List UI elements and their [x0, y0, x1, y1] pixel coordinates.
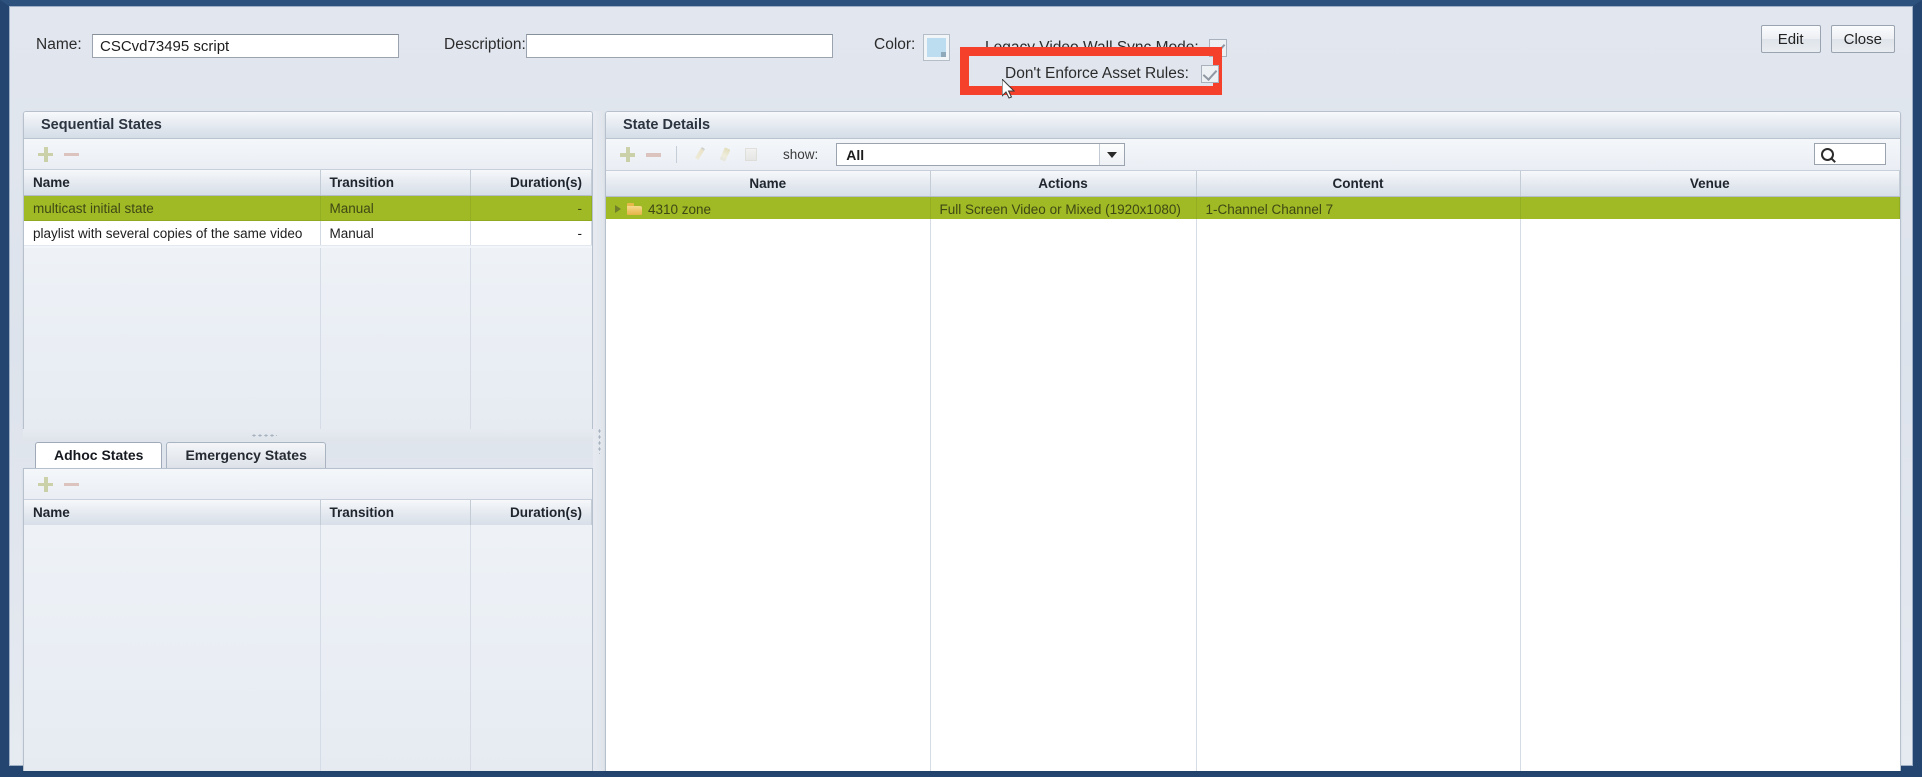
tab-strip: Adhoc States Emergency States [23, 441, 593, 468]
grid-divider [1196, 219, 1197, 771]
page-icon[interactable] [743, 146, 760, 163]
splitter-grip [597, 428, 601, 454]
show-filter-value: All [846, 146, 865, 163]
column-header-duration[interactable]: Duration(s) [470, 170, 592, 196]
window-content: Name: Description: Color: Legacy Video W… [9, 6, 1913, 771]
table-row[interactable]: multicast initial state Manual - [24, 195, 592, 221]
sequential-states-empty-area [24, 248, 592, 429]
cell-name: playlist with several copies of the same… [24, 220, 321, 246]
cell-transition: Manual [320, 195, 471, 221]
grid-divider [320, 248, 321, 429]
adhoc-states-empty-area [24, 525, 592, 771]
vertical-splitter[interactable] [593, 111, 605, 771]
tab-emergency-states[interactable]: Emergency States [166, 442, 326, 468]
adhoc-states-toolbar [24, 469, 592, 500]
cell-venue [1520, 196, 1900, 222]
cell-name: multicast initial state [24, 195, 321, 221]
plus-icon[interactable] [37, 146, 54, 163]
folder-icon [627, 203, 642, 215]
column-header-content[interactable]: Content [1196, 171, 1521, 197]
pencil-icon[interactable] [691, 146, 708, 163]
close-button[interactable]: Close [1830, 25, 1895, 53]
color-swatch-button[interactable] [924, 35, 949, 60]
dont-enforce-asset-rules-checkbox[interactable] [1200, 65, 1219, 83]
column-header-transition[interactable]: Transition [320, 170, 471, 196]
description-label: Description: [444, 36, 526, 53]
table-header-row: Name Actions Content Venue [606, 171, 1900, 197]
column-header-venue[interactable]: Venue [1520, 171, 1900, 197]
pencil-alt-icon[interactable] [717, 146, 734, 163]
show-filter-label: show: [783, 147, 819, 162]
table-row[interactable]: playlist with several copies of the same… [24, 220, 592, 246]
state-details-toolbar: show: All [606, 139, 1900, 171]
table-header-row: Name Transition Duration(s) [24, 170, 592, 196]
plus-icon[interactable] [37, 476, 54, 493]
column-header-name[interactable]: Name [24, 170, 321, 196]
show-filter-select[interactable]: All [836, 143, 1126, 166]
splitter-grip [251, 433, 277, 437]
sequential-states-title: Sequential States [24, 112, 592, 139]
state-details-panel: State Details show: All Name Actions Con… [605, 111, 1901, 771]
grid-divider [320, 525, 321, 771]
grid-divider [930, 219, 931, 771]
grid-divider [470, 248, 471, 429]
column-header-name[interactable]: Name [606, 171, 931, 197]
column-header-actions[interactable]: Actions [930, 171, 1197, 197]
adhoc-states-panel: Name Transition Duration(s) [23, 468, 593, 771]
minus-icon[interactable] [63, 146, 80, 163]
toolbar-divider [676, 146, 677, 163]
state-details-title: State Details [606, 112, 1900, 139]
cell-name-text: 4310 zone [648, 201, 712, 217]
state-details-empty-area [606, 219, 1900, 771]
sequential-states-panel: Sequential States Name Transition Durati… [23, 111, 593, 429]
header-form-bar: Name: Description: Color: Legacy Video W… [10, 7, 1912, 103]
name-label: Name: [36, 36, 82, 53]
cell-content: 1-Channel Channel 7 [1196, 196, 1521, 222]
cell-duration: - [470, 220, 592, 246]
adhoc-states-table: Name Transition Duration(s) [24, 500, 592, 526]
cell-transition: Manual [320, 220, 471, 246]
edit-button[interactable]: Edit [1760, 25, 1821, 53]
description-input[interactable] [526, 34, 833, 58]
bottom-left-tab-area: Adhoc States Emergency States Name Trans… [23, 441, 593, 771]
plus-icon[interactable] [619, 146, 636, 163]
search-input[interactable] [1814, 143, 1886, 165]
grid-divider [470, 525, 471, 771]
minus-icon[interactable] [645, 146, 662, 163]
header-button-group: Edit Close [1760, 25, 1895, 53]
table-row[interactable]: 4310 zone Full Screen Video or Mixed (19… [606, 196, 1900, 222]
color-label: Color: [874, 36, 916, 53]
cell-duration: - [470, 195, 592, 221]
state-details-table: Name Actions Content Venue 4310 zone Ful… [606, 171, 1900, 222]
column-header-transition[interactable]: Transition [320, 500, 471, 526]
expand-arrow-icon[interactable] [615, 205, 621, 213]
minus-icon[interactable] [63, 476, 80, 493]
sequential-states-toolbar [24, 139, 592, 170]
dont-enforce-asset-rules-row: Don't Enforce Asset Rules: [1005, 65, 1219, 83]
color-swatch-corner [941, 52, 946, 57]
chevron-down-icon[interactable] [1099, 144, 1125, 165]
tab-adhoc-states[interactable]: Adhoc States [35, 442, 163, 468]
cell-actions: Full Screen Video or Mixed (1920x1080) [930, 196, 1197, 222]
column-header-duration[interactable]: Duration(s) [470, 500, 592, 526]
dont-enforce-asset-rules-label: Don't Enforce Asset Rules: [1005, 65, 1189, 82]
sequential-states-table: Name Transition Duration(s) multicast in… [24, 170, 592, 246]
column-header-name[interactable]: Name [24, 500, 321, 526]
table-header-row: Name Transition Duration(s) [24, 500, 592, 526]
cell-name: 4310 zone [606, 196, 931, 222]
script-editor-window: Name: Description: Color: Legacy Video W… [0, 0, 1922, 777]
name-input[interactable] [92, 34, 399, 58]
search-icon [1821, 147, 1834, 161]
grid-divider [1520, 219, 1521, 771]
